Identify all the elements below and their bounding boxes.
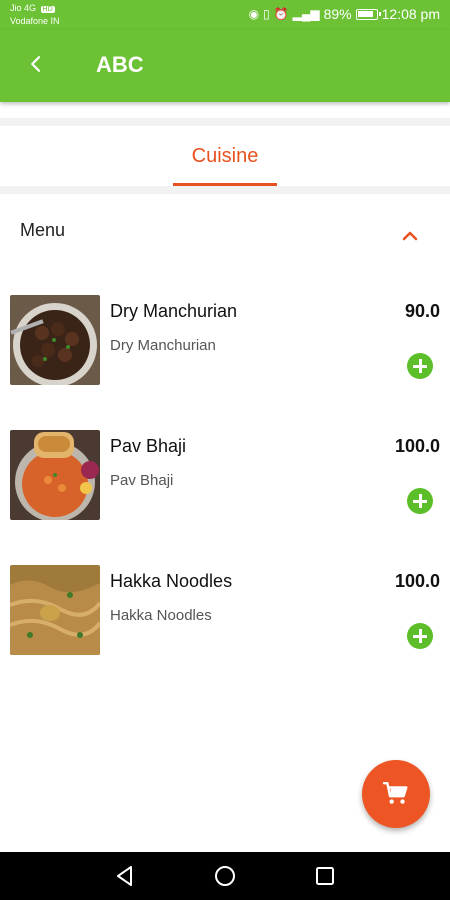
menu-section-header[interactable]: Menu (0, 194, 450, 270)
battery-percent: 89% (323, 6, 352, 22)
list-item[interactable]: Dry Manchurian Dry Manchurian 90.0 (0, 295, 450, 405)
nav-home-icon[interactable] (213, 864, 237, 888)
back-button[interactable] (20, 48, 52, 80)
signal-icon: ▂▄▆ (292, 7, 320, 21)
item-price: 100.0 (394, 571, 440, 591)
hotspot-icon: ◉ (248, 7, 260, 21)
system-nav-bar (0, 852, 450, 900)
item-name: Dry Manchurian (110, 301, 238, 321)
item-price: 90.0 (404, 301, 440, 321)
item-name: Pav Bhaji (110, 436, 187, 456)
menu-label: Menu (20, 220, 66, 240)
item-description: Hakka Noodles (110, 607, 212, 624)
page-title: ABC (96, 52, 144, 77)
list-item[interactable]: Hakka Noodles Hakka Noodles 100.0 (0, 565, 450, 675)
vibrate-icon: ▯ (263, 7, 270, 21)
status-icons: ◉ ▯ ⏰ ▂▄▆ 89% 12:08 pm (249, 6, 440, 22)
clock: 12:08 pm (381, 6, 440, 22)
food-image (10, 565, 100, 655)
cart-icon (383, 781, 408, 804)
add-button[interactable] (407, 353, 433, 379)
divider-bottom (0, 186, 450, 194)
nav-back-icon[interactable] (113, 864, 137, 888)
hd-badge: HD (40, 6, 55, 13)
item-description: Dry Manchurian (110, 337, 216, 354)
app-bar: ABC (0, 30, 450, 102)
item-description: Pav Bhaji (110, 472, 174, 489)
add-button[interactable] (407, 623, 433, 649)
food-image (10, 295, 100, 385)
list-item[interactable]: Pav Bhaji Pav Bhaji 100.0 (0, 430, 450, 540)
tab-cuisine[interactable]: Cuisine (173, 126, 277, 186)
back-arrow-icon (31, 56, 41, 72)
tab-bar: Cuisine (0, 126, 450, 188)
item-name: Hakka Noodles (110, 571, 233, 591)
carrier-primary-label: Jio 4G (10, 3, 37, 13)
item-price: 100.0 (394, 436, 440, 456)
battery-icon (355, 8, 381, 20)
cart-button[interactable] (362, 760, 430, 828)
add-button[interactable] (407, 488, 433, 514)
chevron-up-icon[interactable] (398, 224, 422, 248)
divider-top (0, 118, 450, 126)
food-image (10, 430, 100, 520)
nav-recents-icon[interactable] (313, 864, 337, 888)
status-bar: Jio 4G HD Vodafone IN ◉ ▯ ⏰ ▂▄▆ 89% 12:0… (0, 0, 450, 30)
carrier-secondary: Vodafone IN (10, 16, 60, 26)
alarm-icon: ⏰ (273, 7, 289, 21)
carrier-primary: Jio 4G HD (10, 3, 55, 13)
